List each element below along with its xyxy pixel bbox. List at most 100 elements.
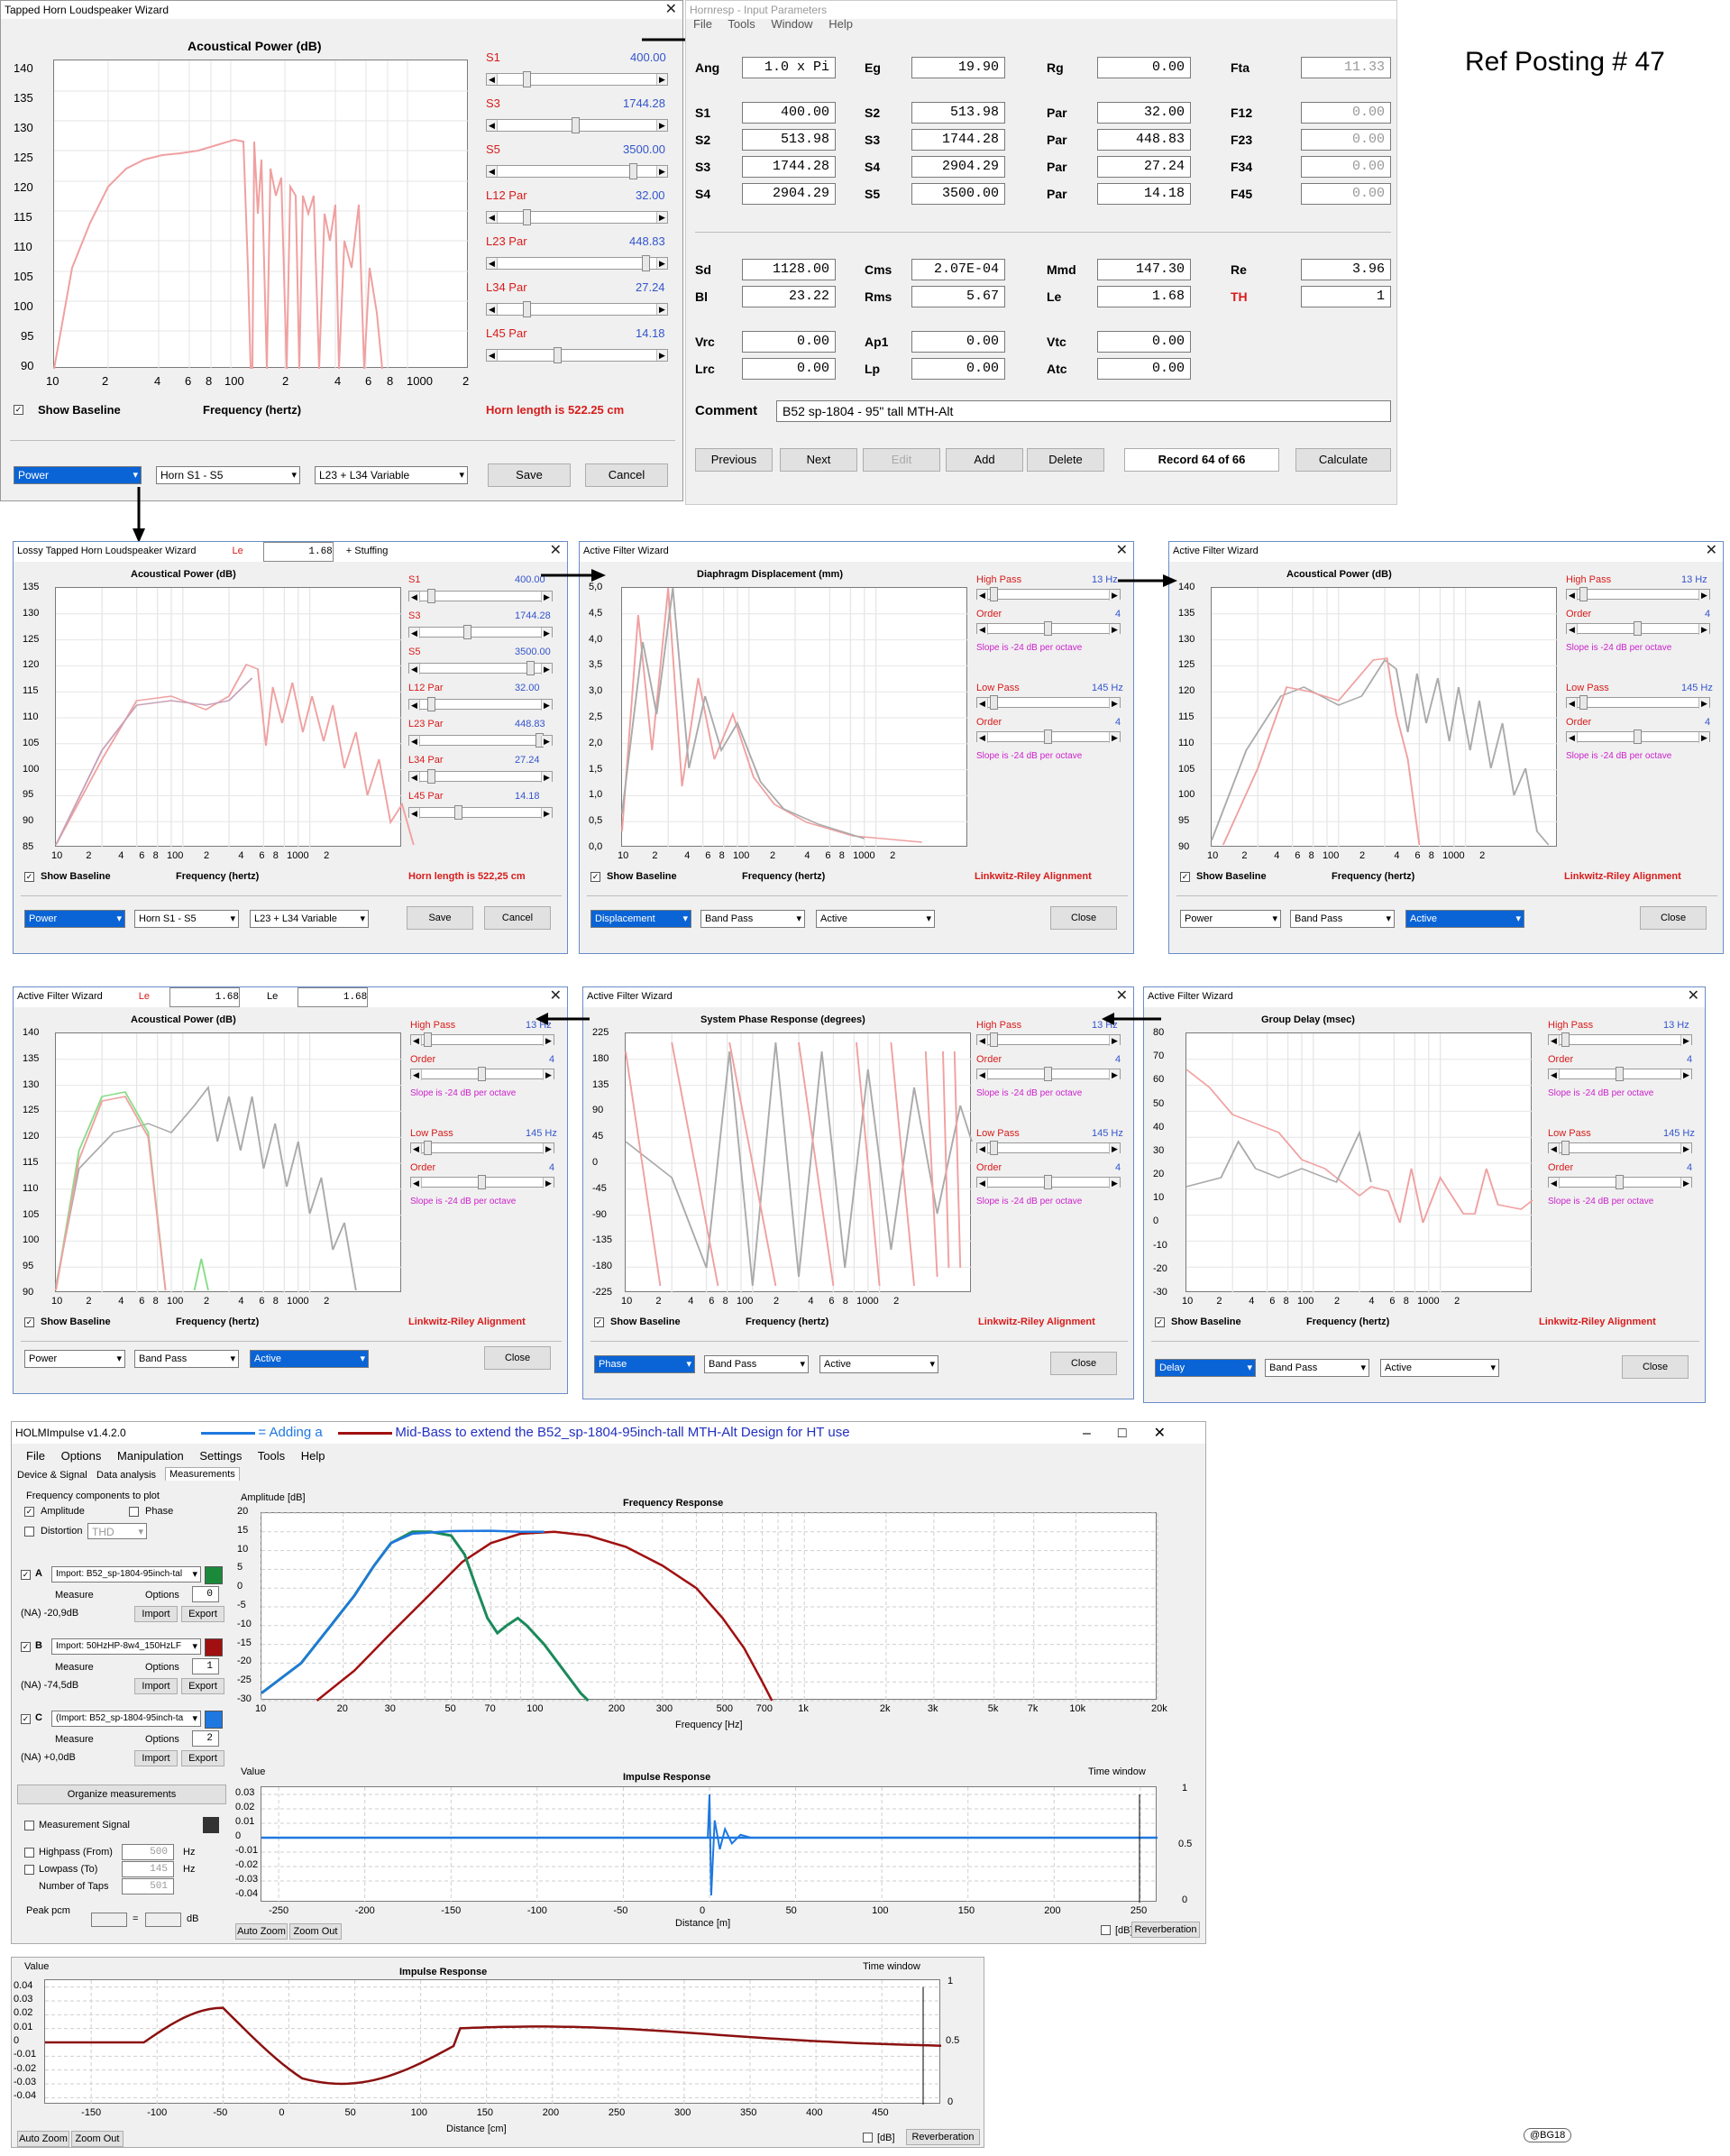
phase-checkbox[interactable] [129, 1507, 139, 1517]
distortion-checkbox[interactable] [24, 1527, 34, 1537]
frequency-slider[interactable]: ◀ ▶ [976, 695, 1121, 710]
taps-input[interactable]: 501 [122, 1878, 174, 1895]
param-field[interactable]: 0.00 [1097, 57, 1191, 78]
order-slider[interactable]: ◀ ▶ [1548, 1067, 1692, 1081]
panel-select[interactable]: Active [819, 1355, 938, 1373]
le2-value[interactable]: 1.68 [297, 987, 369, 1007]
export-button[interactable]: Export [181, 1750, 224, 1766]
close-icon[interactable]: ✕ [1116, 987, 1128, 1005]
highpass-checkbox[interactable] [24, 1848, 34, 1858]
menu-help[interactable]: Help [828, 17, 853, 31]
frequency-slider[interactable]: ◀ ▶ [410, 1032, 554, 1047]
menu-item[interactable]: Tools [258, 1449, 285, 1463]
param-field[interactable]: 2904.29 [911, 156, 1005, 178]
menu-item[interactable]: Manipulation [117, 1449, 184, 1463]
param-field[interactable]: 3500.00 [911, 183, 1005, 205]
panel-select[interactable]: L23 + L34 Variable [250, 910, 369, 928]
frequency-slider[interactable]: ◀ ▶ [1548, 1141, 1692, 1155]
measure-label[interactable]: Measure [55, 1662, 94, 1673]
close-icon[interactable]: ✕ [550, 987, 562, 1005]
panel-select[interactable]: Band Pass [134, 1350, 239, 1368]
measurement-color-swatch[interactable] [205, 1711, 223, 1729]
frequency-slider[interactable]: ◀ ▶ [976, 1141, 1121, 1155]
options-spinner[interactable]: 2 [192, 1730, 219, 1747]
show-baseline-checkbox[interactable]: ✓ [14, 405, 23, 415]
order-slider[interactable]: ◀ ▶ [1548, 1175, 1692, 1189]
measurement-import-select[interactable]: Import: 50HzHP-8w4_150HzLF [51, 1638, 201, 1655]
panel-select[interactable]: Band Pass [1290, 910, 1395, 928]
close-icon[interactable]: ✕ [550, 542, 562, 560]
panel-select[interactable]: Power [24, 1350, 125, 1368]
menu-tools[interactable]: Tools [728, 17, 755, 31]
save-button[interactable]: Save [407, 906, 473, 930]
frequency-slider[interactable]: ◀ ▶ [976, 587, 1121, 601]
amplitude-checkbox[interactable]: ✓ [24, 1507, 34, 1517]
order-slider[interactable]: ◀ ▶ [976, 729, 1121, 744]
order-slider[interactable]: ◀ ▶ [1566, 729, 1710, 744]
close-icon[interactable]: ✕ [1688, 987, 1699, 1005]
import-button[interactable]: Import [134, 1750, 178, 1766]
tab-measurements[interactable]: Measurements [165, 1467, 240, 1481]
param-field[interactable]: 2904.29 [742, 183, 836, 205]
options-label[interactable]: Options [145, 1734, 179, 1745]
import-button[interactable]: Import [134, 1606, 178, 1622]
param-field[interactable]: 0.00 [1301, 102, 1391, 124]
close-icon[interactable]: ✕ [665, 1, 677, 19]
param-field[interactable]: 3.96 [1301, 259, 1391, 280]
show-baseline-checkbox[interactable]: ✓ [1180, 872, 1190, 882]
variable-select[interactable]: L23 + L34 Variable [315, 466, 468, 484]
panel-select[interactable]: Band Pass [1265, 1359, 1369, 1377]
show-baseline-checkbox[interactable]: ✓ [1155, 1317, 1165, 1327]
tab-device-signal[interactable]: Device & Signal [17, 1470, 87, 1481]
close-button[interactable]: Close [484, 1346, 551, 1370]
param-field[interactable]: 1.0 x Pi [742, 57, 836, 78]
s1-slider[interactable]: ◀ ▶ [486, 71, 668, 87]
panel-select[interactable]: Displacement [590, 910, 691, 928]
options-label[interactable]: Options [145, 1662, 179, 1673]
param-field[interactable]: 513.98 [911, 102, 1005, 124]
param-field[interactable]: 147.30 [1097, 259, 1191, 280]
param-field[interactable]: 1 [1301, 286, 1391, 307]
show-baseline-checkbox[interactable]: ✓ [24, 1317, 34, 1327]
reverberation-button[interactable]: Reverberation [1131, 1922, 1200, 1938]
close-button[interactable]: Cancel [484, 906, 551, 930]
panel-select[interactable]: Active [250, 1350, 369, 1368]
param-field[interactable]: 1744.28 [911, 129, 1005, 151]
param-field[interactable]: 27.24 [1097, 156, 1191, 178]
options-spinner[interactable]: 1 [192, 1658, 219, 1674]
param-slider[interactable]: ◀ ▶ [408, 805, 553, 820]
param-field[interactable]: 0.00 [1097, 331, 1191, 353]
tab-data-analysis[interactable]: Data analysis [96, 1470, 156, 1481]
menu-item[interactable]: Settings [199, 1449, 242, 1463]
param-field[interactable]: 0.00 [911, 331, 1005, 353]
import-button[interactable]: Import [134, 1678, 178, 1694]
order-slider[interactable]: ◀ ▶ [976, 1067, 1121, 1081]
show-baseline-checkbox[interactable]: ✓ [24, 872, 34, 882]
show-baseline-checkbox[interactable]: ✓ [590, 872, 600, 882]
frequency-slider[interactable]: ◀ ▶ [1566, 695, 1710, 710]
param-field[interactable]: 2.07E-04 [911, 259, 1005, 280]
menu-window[interactable]: Window [771, 17, 812, 31]
measurement-checkbox[interactable]: ✓ [21, 1642, 31, 1652]
zoom-out-button[interactable]: Zoom Out [71, 2131, 124, 2147]
param-field[interactable]: 1.68 [1097, 286, 1191, 307]
param-slider[interactable]: ◀ ▶ [408, 625, 553, 639]
lowpass-input[interactable]: 145 [122, 1861, 174, 1877]
l12-slider[interactable]: ◀ ▶ [486, 209, 668, 225]
db-checkbox[interactable] [1101, 1925, 1111, 1935]
menu-item[interactable]: Help [301, 1449, 325, 1463]
param-field[interactable]: 0.00 [742, 358, 836, 380]
order-slider[interactable]: ◀ ▶ [1566, 621, 1710, 636]
zoom-out-button[interactable]: Zoom Out [289, 1923, 342, 1940]
measure-label[interactable]: Measure [55, 1734, 94, 1745]
param-field[interactable]: 1128.00 [742, 259, 836, 280]
param-field[interactable]: 19.90 [911, 57, 1005, 78]
horn-segments-select[interactable]: Horn S1 - S5 [156, 466, 300, 484]
measurement-color-swatch[interactable] [205, 1638, 223, 1656]
param-field[interactable]: 400.00 [742, 102, 836, 124]
highpass-input[interactable]: 500 [122, 1844, 174, 1860]
delete-button[interactable]: Delete [1027, 448, 1104, 472]
edit-button[interactable]: Edit [863, 448, 940, 472]
menu-item[interactable]: File [26, 1449, 45, 1463]
panel-select[interactable]: Active [1405, 910, 1524, 928]
